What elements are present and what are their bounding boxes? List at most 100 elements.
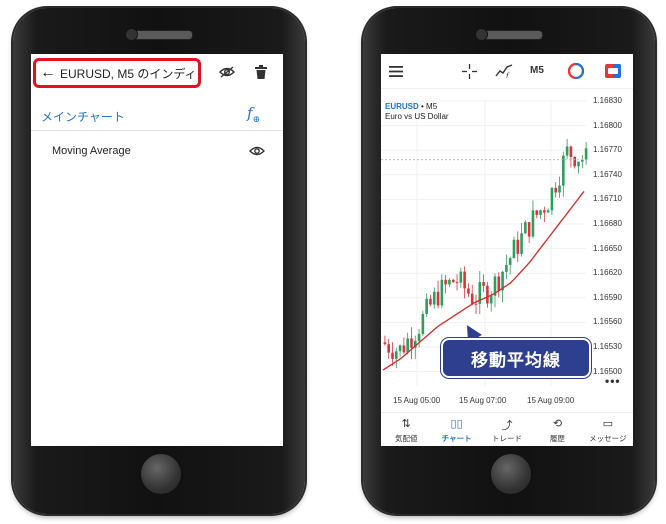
nav-label: チャート — [441, 433, 472, 443]
candle-body — [470, 293, 474, 304]
nav-item-trade[interactable]: ⤴ トレード — [482, 413, 532, 446]
timeframe-button[interactable]: M5 — [530, 65, 544, 76]
candle-body — [554, 187, 558, 193]
bottom-nav: ⇅ 気配値 ▯▯ チャート ⤴ トレード ⟲ 履歴 ▭ メッセージ — [381, 412, 633, 446]
menu-icon[interactable] — [389, 66, 403, 77]
nav-label: トレード — [492, 433, 523, 443]
nav-item-history[interactable]: ⟲ 履歴 — [532, 413, 582, 446]
y-tick-label: 1.16680 — [593, 219, 622, 228]
candle-body — [512, 239, 516, 259]
candle-body — [486, 285, 489, 304]
candle-body — [535, 210, 539, 215]
camera — [125, 28, 138, 41]
indicators-icon[interactable]: f — [495, 63, 513, 78]
y-tick-label: 1.16710 — [593, 194, 622, 204]
more-options-icon[interactable]: ••• — [605, 374, 621, 388]
candle-body — [425, 298, 428, 314]
candle-body — [387, 344, 390, 353]
x-tick-label: 15 Aug 05:00 — [393, 396, 441, 405]
candle-body — [573, 157, 577, 167]
nav-item-messages[interactable]: ▭ メッセージ — [583, 413, 633, 446]
candle-body — [467, 288, 470, 294]
chart-icon: ▯▯ — [450, 417, 463, 430]
title-bar: ← EURUSD, M5 のインディ… — [31, 54, 283, 92]
candle-body — [417, 333, 421, 341]
y-tick-label: 1.16800 — [593, 120, 622, 130]
y-tick-label: 1.16770 — [593, 145, 622, 155]
candle-body — [546, 210, 550, 213]
x-tick-label: 15 Aug 07:00 — [459, 396, 507, 405]
quotes-icon: ⇅ — [401, 417, 411, 430]
one-click-trading-icon[interactable] — [605, 64, 621, 78]
crosshair-icon[interactable] — [462, 64, 477, 79]
trash-icon[interactable] — [255, 65, 267, 79]
candle-body — [584, 148, 588, 160]
candle-body — [383, 342, 387, 345]
candle-body — [474, 303, 478, 305]
candle-body — [391, 352, 394, 359]
candle-body — [550, 187, 554, 211]
candle-body — [440, 279, 444, 306]
chart-toolbar: f M5 — [381, 54, 633, 89]
candle-body — [539, 210, 542, 215]
candle-body — [394, 351, 398, 359]
nav-label: 履歴 — [549, 433, 565, 443]
candle-body — [451, 279, 455, 283]
trade-circle-icon[interactable] — [568, 63, 584, 79]
chart-screen: f M5 EURUSD • M5 Euro vs US Dollar 1.168… — [381, 54, 633, 446]
candle-body — [444, 279, 447, 285]
candle-body — [432, 291, 436, 305]
home-button[interactable] — [139, 452, 183, 496]
x-tick-label: 15 Aug 09:00 — [527, 396, 575, 405]
candle-body — [562, 155, 565, 186]
candle-body — [524, 222, 527, 234]
nav-item-quotes[interactable]: ⇅ 気配値 — [381, 413, 431, 446]
trade-icon: ⤴ — [501, 419, 513, 432]
candle-body — [429, 298, 432, 305]
phone-left: ← EURUSD, M5 のインディ… メインチャート f⊕ Moving Av… — [13, 8, 305, 514]
svg-text:f: f — [505, 72, 510, 78]
candle-body — [402, 345, 406, 353]
candle-body — [543, 210, 546, 213]
candle-body — [531, 210, 535, 237]
home-button[interactable] — [489, 452, 533, 496]
nav-label: 気配値 — [394, 433, 418, 443]
back-arrow-icon[interactable]: ← — [40, 64, 56, 82]
candle-body — [436, 291, 440, 306]
nav-label: メッセージ — [589, 433, 627, 443]
y-tick-label: 1.16560 — [593, 317, 622, 327]
candle-body — [463, 271, 466, 289]
candle-body — [508, 258, 512, 265]
candle-body — [497, 276, 501, 291]
nav-item-chart[interactable]: ▯▯ チャート — [431, 413, 481, 446]
candle-body — [516, 239, 520, 254]
indicator-item[interactable]: Moving Average — [52, 145, 131, 157]
divider — [31, 130, 283, 131]
candle-body — [558, 185, 561, 193]
eye-icon[interactable] — [249, 146, 265, 156]
phone-right: f M5 EURUSD • M5 Euro vs US Dollar 1.168… — [363, 8, 655, 514]
candle-body — [520, 233, 523, 254]
y-tick-label: 1.16590 — [593, 292, 622, 302]
f-plus-icon[interactable]: f⊕ — [247, 104, 260, 125]
candle-body — [410, 338, 413, 348]
page-title: EURUSD, M5 のインディ… — [60, 66, 198, 81]
y-tick-label: 1.16650 — [593, 243, 622, 253]
candle-body — [459, 271, 463, 283]
candle-body — [448, 279, 451, 285]
candle-body — [577, 161, 580, 167]
candle-body — [489, 295, 493, 304]
candle-body — [505, 264, 508, 272]
candle-body — [569, 146, 573, 158]
indicator-screen: ← EURUSD, M5 のインディ… メインチャート f⊕ Moving Av… — [31, 54, 283, 446]
candle-body — [527, 222, 531, 237]
candle-body — [398, 345, 402, 352]
camera — [475, 28, 488, 41]
main-chart-section: メインチャート — [41, 110, 125, 124]
y-tick-label: 1.16620 — [593, 268, 622, 278]
history-icon: ⟲ — [552, 417, 563, 430]
candle-body — [406, 338, 409, 353]
hide-eye-icon[interactable] — [219, 66, 235, 78]
y-tick-label: 1.16830 — [593, 96, 622, 105]
symbol-description: Euro vs US Dollar — [385, 112, 449, 121]
